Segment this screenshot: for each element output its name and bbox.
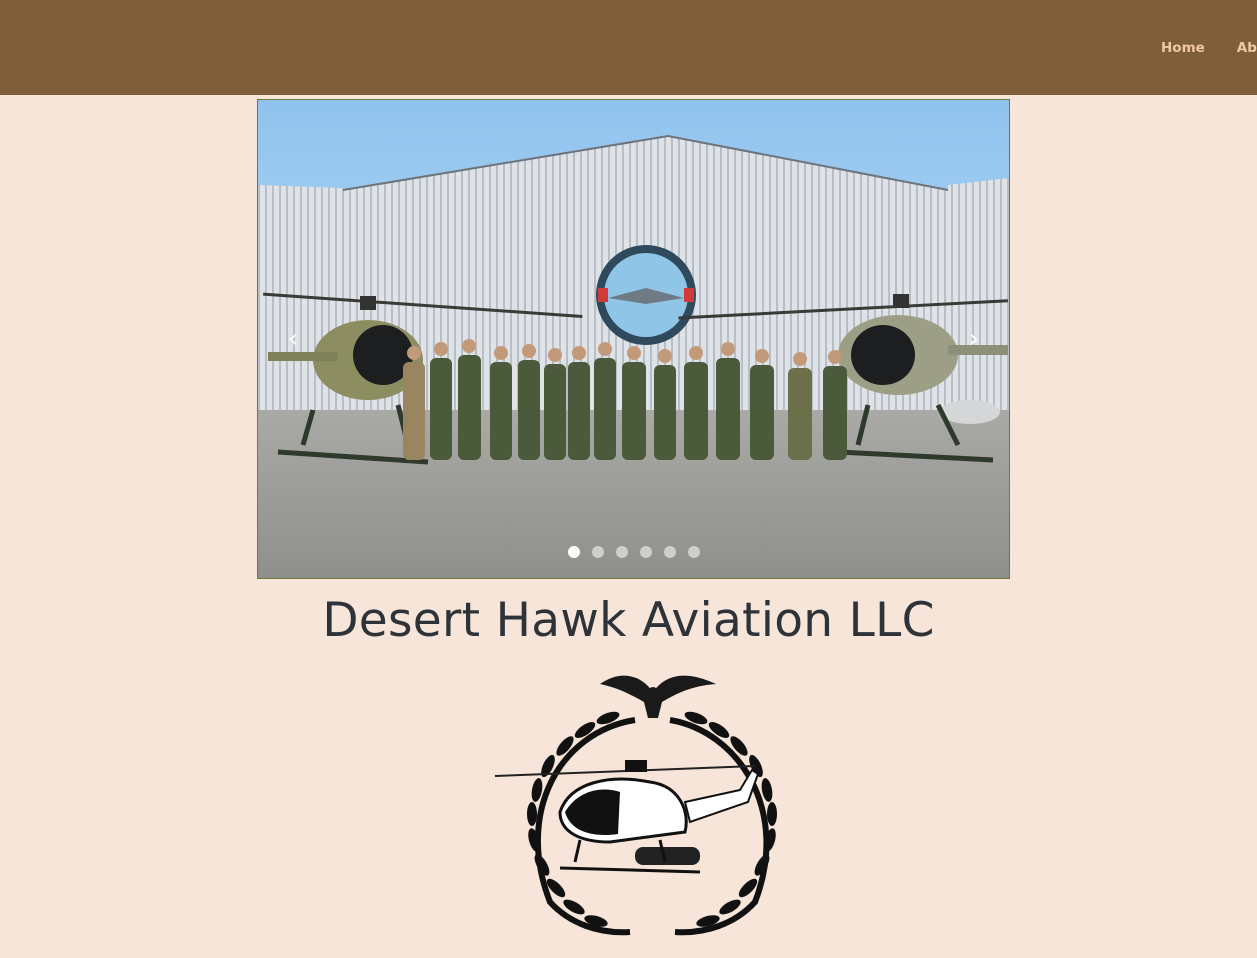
site-header: Home About (0, 0, 1257, 95)
chevron-left-icon: ‹ (287, 324, 299, 354)
site-title: Desert Hawk Aviation LLC (322, 593, 935, 648)
carousel-prev-button[interactable]: ‹ (275, 322, 311, 358)
carousel-dot-5[interactable] (663, 546, 676, 558)
chevron-right-icon: › (968, 324, 980, 354)
carousel-indicators (258, 546, 1009, 558)
main-nav: Home About (1161, 39, 1257, 57)
carousel-dot-3[interactable] (615, 546, 628, 558)
hero-carousel: ‹ › (257, 99, 1010, 579)
carousel-dot-2[interactable] (591, 546, 604, 558)
carousel-dot-1[interactable] (567, 546, 580, 558)
carousel-dot-4[interactable] (639, 546, 652, 558)
nav-about-link[interactable]: About (1237, 40, 1257, 56)
company-logo-emblem (494, 675, 777, 936)
carousel-next-button[interactable]: › (956, 322, 992, 358)
carousel-slide-image (258, 100, 1009, 578)
carousel-dot-6[interactable] (687, 546, 700, 558)
nav-home-link[interactable]: Home (1161, 40, 1205, 56)
